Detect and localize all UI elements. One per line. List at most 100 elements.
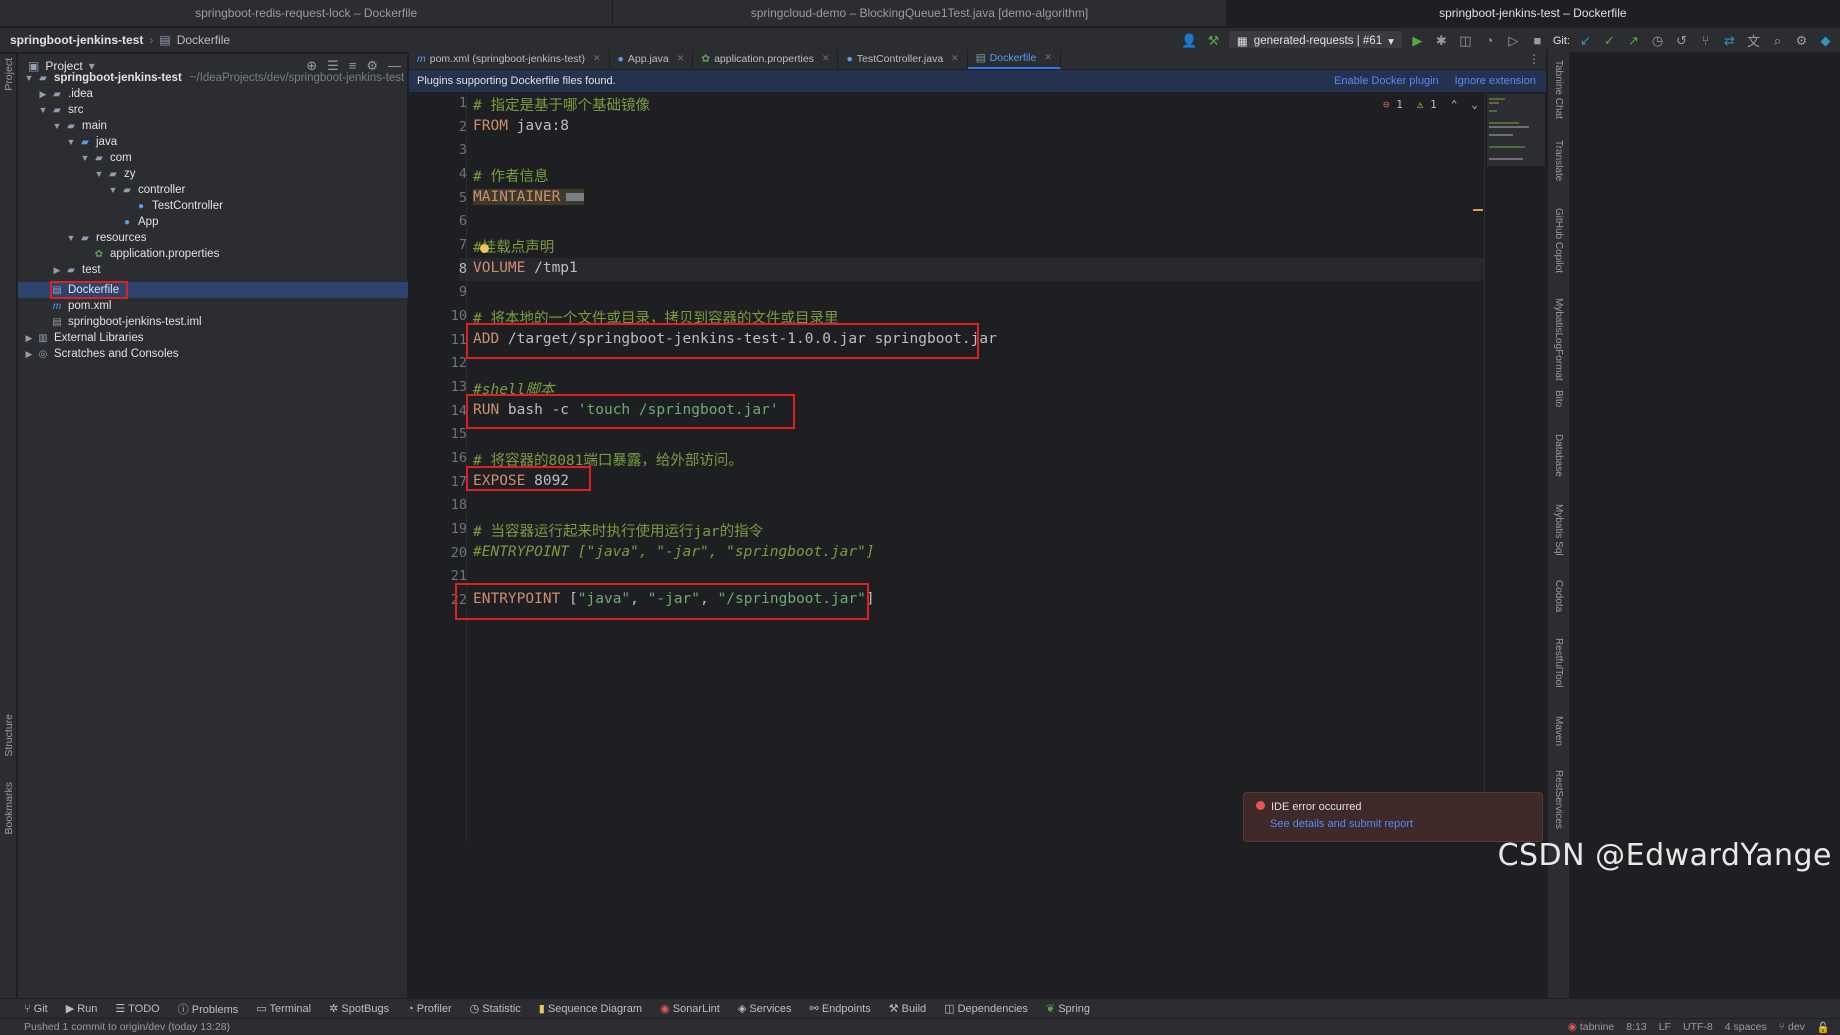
sequence-diagram-tool-button[interactable]: ▮ Sequence Diagram (539, 1002, 642, 1015)
stop-icon[interactable]: ■ (1529, 32, 1546, 49)
rollback-icon[interactable]: ↺ (1673, 32, 1690, 49)
spring-tool-button[interactable]: ❦ Spring (1046, 1002, 1090, 1015)
window-tab-redis-lock[interactable]: springboot-redis-request-lock – Dockerfi… (0, 0, 614, 26)
error-count[interactable]: ⊖ 1 (1383, 98, 1403, 111)
tree-item-application-properties[interactable]: ✿ application.properties (18, 246, 408, 262)
build-tool-button[interactable]: ⚒ Build (889, 1002, 926, 1015)
tab-application-properties[interactable]: ✿ application.properties ✕ (693, 48, 839, 69)
debug-icon[interactable]: ✱ (1433, 32, 1450, 49)
restfultool-tool-button[interactable]: RestfulTool (1553, 638, 1564, 687)
dependencies-tool-button[interactable]: ◫ Dependencies (944, 1002, 1028, 1015)
services-tool-button[interactable]: ◈ Services (738, 1002, 792, 1015)
submit-report-link[interactable]: See details and submit report (1270, 818, 1530, 830)
tab-dockerfile[interactable]: ▤ Dockerfile ✕ (967, 48, 1061, 69)
tree-item-resources[interactable]: ▼ ▰ resources (18, 230, 408, 246)
user-icon[interactable]: 👤 (1181, 32, 1198, 49)
status-message[interactable]: Pushed 1 commit to origin/dev (today 13:… (24, 1021, 230, 1033)
codota-tool-button[interactable]: Codota (1553, 580, 1564, 612)
close-icon[interactable]: ✕ (822, 53, 830, 64)
tabnine-chat-tool-button[interactable]: Tabnine Chat (1553, 60, 1564, 119)
tree-item-testcontroller[interactable]: ● TestController (18, 198, 408, 214)
next-highlight-icon[interactable]: ⌄ (1471, 98, 1478, 111)
window-tab-jenkins-test[interactable]: springboot-jenkins-test – Dockerfile (1226, 0, 1840, 26)
tree-item-test[interactable]: ▶ ▰ test (18, 262, 408, 278)
run-icon[interactable]: ▶ (1409, 32, 1426, 49)
code-editor[interactable]: 1 2 3 4 5 6 7 8 9 10 11 12 13 14 15 16 1… (409, 92, 1546, 842)
warning-stripe-marker[interactable] (1473, 209, 1483, 211)
structure-tool-button[interactable]: Structure (3, 714, 15, 757)
enable-docker-plugin-link[interactable]: Enable Docker plugin (1334, 75, 1439, 87)
tree-item-zy[interactable]: ▼ ▰ zy (18, 166, 408, 182)
tree-item-scratches[interactable]: ▶ ◎ Scratches and Consoles (18, 346, 408, 362)
previous-highlight-icon[interactable]: ⌃ (1451, 98, 1458, 111)
restservices-tool-button[interactable]: RestServices (1553, 770, 1564, 829)
tab-pom-xml[interactable]: m pom.xml (springboot-jenkins-test) ✕ (409, 48, 610, 69)
tab-app-java[interactable]: ● App.java ✕ (610, 48, 694, 69)
terminal-tool-button[interactable]: ▭ Terminal (256, 1002, 311, 1015)
window-tab-springcloud-demo[interactable]: springcloud-demo – BlockingQueue1Test.ja… (613, 0, 1227, 26)
bookmarks-tool-button[interactable]: Bookmarks (3, 782, 15, 835)
minimap-viewport[interactable] (1487, 94, 1545, 166)
lock-icon[interactable]: 🔓 (1817, 1021, 1830, 1034)
git-branch[interactable]: ⑂ dev (1779, 1021, 1805, 1034)
chevron-down-icon[interactable]: ▼ (78, 153, 92, 163)
plugin-logo-icon[interactable]: ◆ (1817, 32, 1834, 49)
todo-tool-button[interactable]: ☰ TODO (115, 1002, 159, 1015)
chevron-right-icon[interactable]: ▶ (50, 265, 64, 276)
tab-testcontroller-java[interactable]: ● TestController.java ✕ (838, 48, 968, 69)
tree-item-src[interactable]: ▼ ▰ src (18, 102, 408, 118)
line-separator[interactable]: LF (1659, 1021, 1671, 1034)
chevron-down-icon[interactable]: ▼ (50, 121, 64, 131)
tree-item-main[interactable]: ▼ ▰ main (18, 118, 408, 134)
ignore-extension-link[interactable]: Ignore extension (1455, 75, 1536, 87)
statistic-tool-button[interactable]: ◷ Statistic (470, 1002, 521, 1015)
chevron-down-icon[interactable]: ▼ (64, 137, 78, 147)
git-commit-icon[interactable]: ✓ (1601, 32, 1618, 49)
tree-item-com[interactable]: ▼ ▰ com (18, 150, 408, 166)
breadcrumb-file[interactable]: Dockerfile (177, 33, 230, 47)
branch-icon[interactable]: ⑂ (1697, 32, 1714, 49)
profile-icon[interactable]: ◔ (1481, 32, 1498, 49)
chevron-right-icon[interactable]: ▶ (22, 349, 36, 360)
tree-item-app[interactable]: ● App (18, 214, 408, 230)
bito-tool-button[interactable]: Bito (1553, 390, 1564, 407)
translate-tool-button[interactable]: Translate (1553, 140, 1564, 181)
translate-icon[interactable]: ⇄ (1721, 32, 1738, 49)
chevron-right-icon[interactable]: ▶ (22, 333, 36, 344)
tree-item-external-libraries[interactable]: ▶ ▥ External Libraries (18, 330, 408, 346)
more-tabs-icon[interactable]: ⋮ (1528, 52, 1540, 66)
git-update-icon[interactable]: ↙ (1577, 32, 1594, 49)
spotbugs-tool-button[interactable]: ✲ SpotBugs (329, 1002, 389, 1015)
chevron-down-icon[interactable]: ▼ (106, 185, 120, 195)
ide-error-notification[interactable]: IDE error occurred See details and submi… (1243, 792, 1543, 842)
database-tool-button[interactable]: Database (1553, 434, 1564, 477)
caret-position[interactable]: 8:13 (1626, 1021, 1646, 1034)
chevron-down-icon[interactable]: ▼ (22, 73, 36, 83)
tree-item-controller[interactable]: ▼ ▰ controller (18, 182, 408, 198)
code-minimap[interactable] (1484, 92, 1546, 842)
run-tool-button[interactable]: ▶ Run (66, 1002, 98, 1015)
chevron-right-icon[interactable]: ▶ (36, 89, 50, 100)
tree-item-java[interactable]: ▼ ▰ java (18, 134, 408, 150)
file-encoding[interactable]: UTF-8 (1683, 1021, 1713, 1034)
resume-icon[interactable]: ▷ (1505, 32, 1522, 49)
tree-item-pom-xml[interactable]: m pom.xml (18, 298, 408, 314)
profiler-tool-button[interactable]: ◔ Profiler (407, 1003, 452, 1015)
git-tool-button[interactable]: ⑂ Git (24, 1003, 48, 1015)
tabnine-status[interactable]: ◉ tabnine (1568, 1021, 1615, 1034)
close-icon[interactable]: ✕ (677, 53, 685, 64)
project-tool-button[interactable]: Project (3, 58, 15, 91)
chevron-down-icon[interactable]: ▼ (36, 105, 50, 115)
inspection-widget[interactable]: ⊖ 1 ⚠ 1 ⌃ ⌄ (1383, 98, 1478, 111)
search-icon[interactable]: ⌕ (1769, 32, 1786, 49)
mybatis-sql-tool-button[interactable]: Mybatis Sql (1553, 504, 1564, 556)
chevron-down-icon[interactable]: ▼ (64, 233, 78, 243)
tree-item-idea[interactable]: ▶ ▰ .idea (18, 86, 408, 102)
problems-tool-button[interactable]: ⓘ Problems (178, 1001, 239, 1017)
mybatis-log-format-tool-button[interactable]: MybatisLogFormat (1553, 298, 1564, 381)
lightbulb-icon[interactable] (480, 244, 489, 253)
language-icon[interactable]: 文 (1745, 32, 1762, 49)
history-icon[interactable]: ◷ (1649, 32, 1666, 49)
build-hammer-icon[interactable]: ⚒ (1205, 32, 1222, 49)
chevron-down-icon[interactable]: ▼ (92, 169, 106, 179)
